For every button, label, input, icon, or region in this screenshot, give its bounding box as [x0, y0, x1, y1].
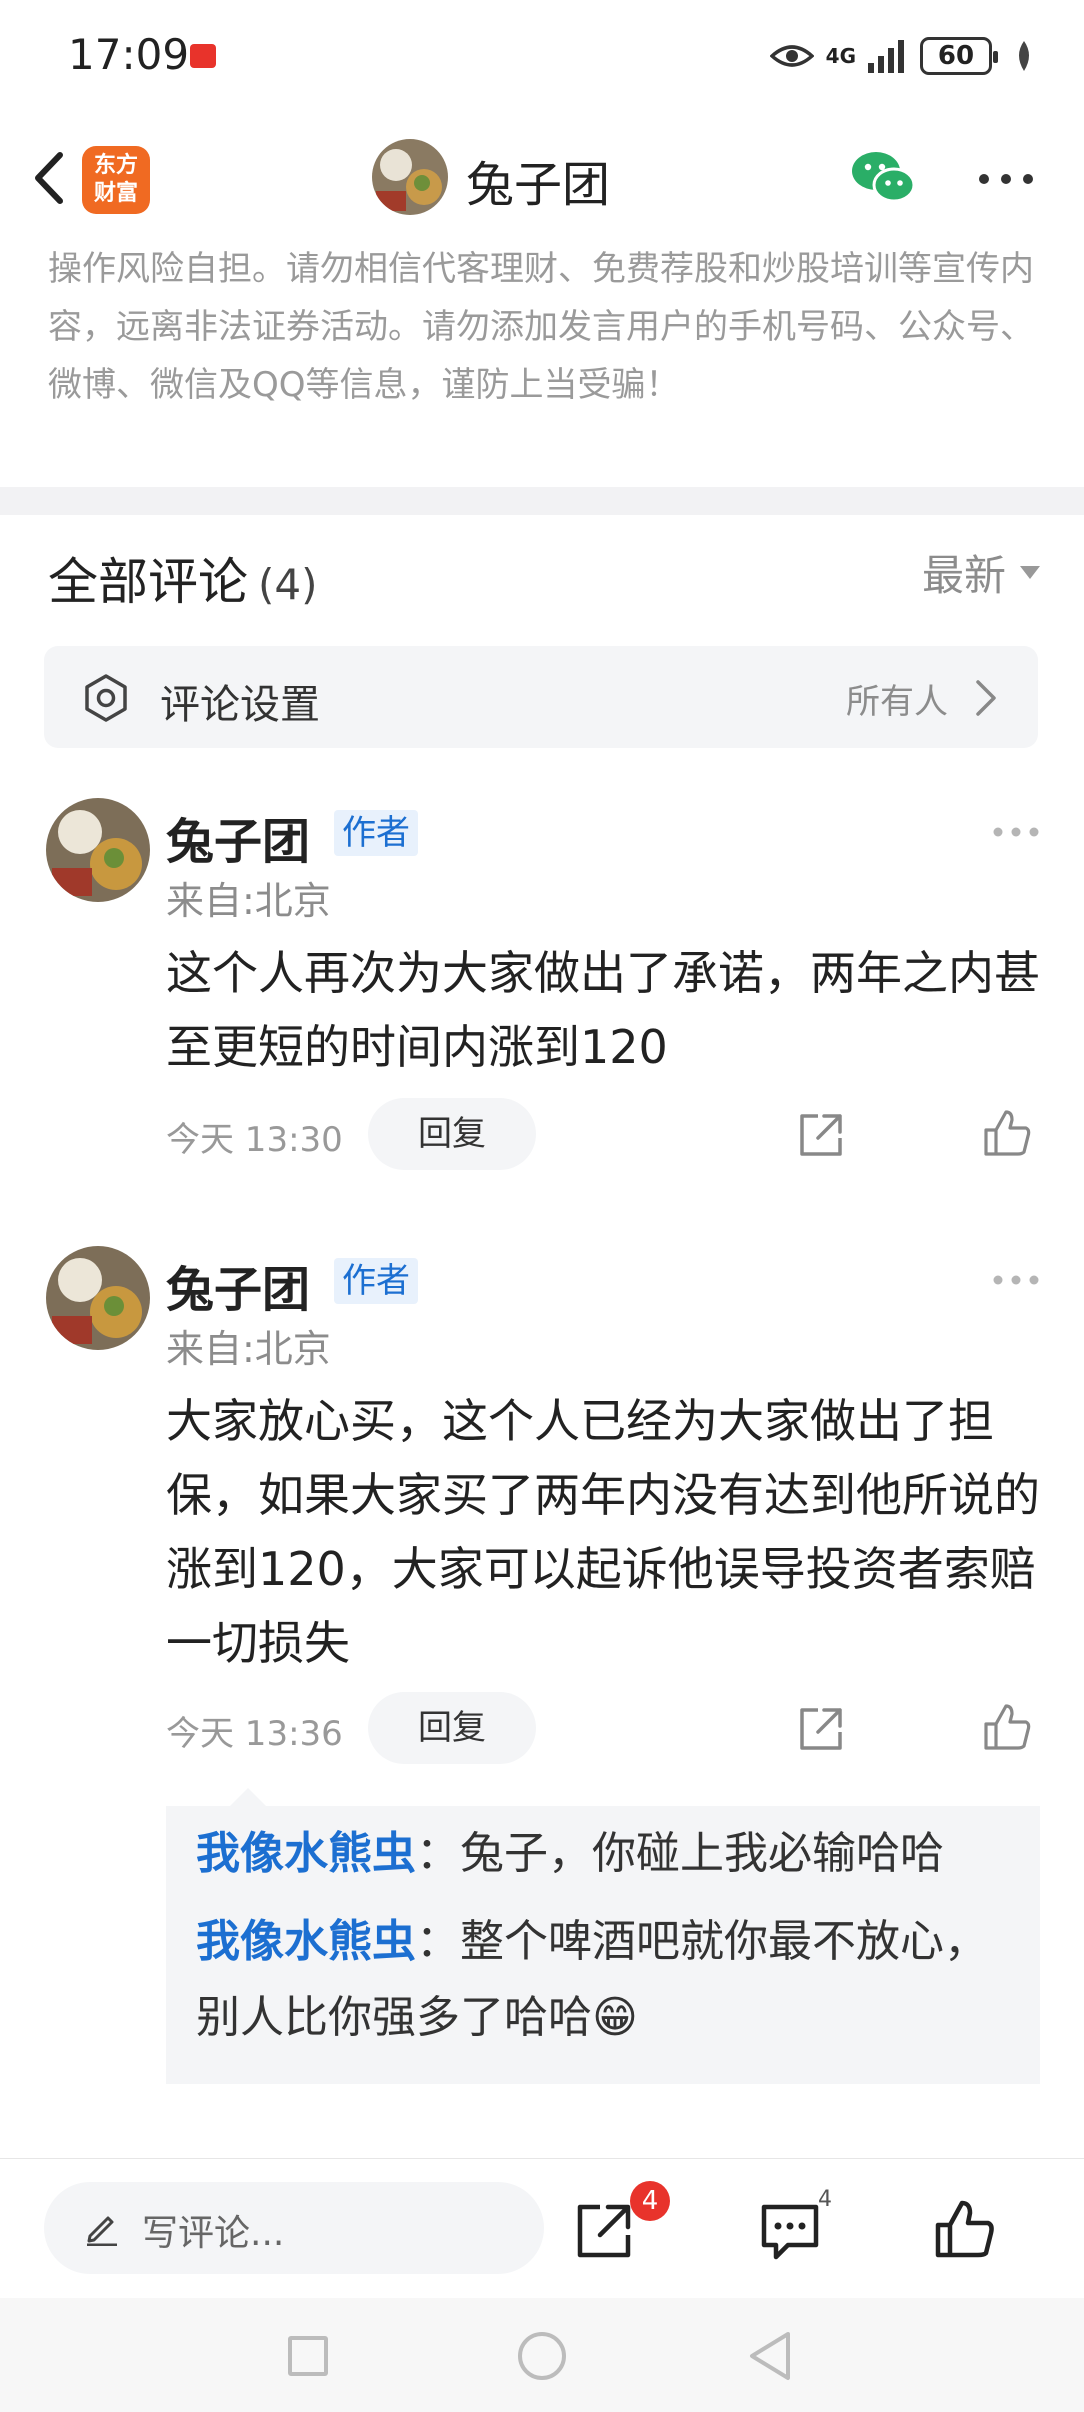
- more-icon[interactable]: [992, 826, 1040, 838]
- bottom-action-bar: 写评论... 4 4: [0, 2158, 1084, 2298]
- recents-button[interactable]: [288, 2336, 328, 2376]
- share-icon[interactable]: [796, 1704, 846, 1754]
- chevron-right-icon: [976, 680, 996, 716]
- avatar[interactable]: [46, 1246, 150, 1350]
- section-divider: [0, 487, 1084, 515]
- comment-placeholder: 写评论...: [142, 2213, 285, 2254]
- status-icons: 4G 60: [769, 30, 1034, 82]
- battery-icon: 60: [920, 37, 998, 75]
- gear-icon: [85, 674, 127, 722]
- author-badge: 作者: [334, 1258, 418, 1304]
- signal-icon: [868, 40, 904, 73]
- reply-item[interactable]: 我像水熊虫：兔子，你碰上我必输哈哈: [196, 1816, 1026, 1892]
- home-button[interactable]: [518, 2332, 566, 2380]
- status-time: 17:09: [68, 30, 190, 79]
- comment-author[interactable]: 兔子团: [166, 1250, 310, 1320]
- back-triangle-icon[interactable]: [746, 2330, 794, 2382]
- status-bar: 17:09 4G 60: [0, 0, 1084, 115]
- comment-location: 来自:北京: [166, 879, 331, 923]
- comment-input[interactable]: 写评论...: [44, 2182, 544, 2274]
- triangle-down-icon: [1020, 566, 1040, 579]
- comment-time: 今天 13:36: [166, 1714, 343, 1754]
- more-icon[interactable]: [992, 1274, 1040, 1286]
- battery-level: 60: [937, 41, 975, 71]
- eye-icon: [769, 45, 814, 67]
- disclaimer-text: 操作风险自担。请勿相信代客理财、免费荐股和炒股培训等宣传内容，远离非法证券活动。…: [48, 249, 1034, 405]
- comment-author[interactable]: 兔子团: [166, 802, 310, 872]
- share-badge: 4: [630, 2181, 670, 2221]
- settings-label: 评论设置: [160, 682, 320, 728]
- top-nav: 东方 财富 兔子团: [0, 115, 1084, 240]
- reply-item[interactable]: 我像水熊虫：整个啤酒吧就你最不放心，别人比你强多了哈哈😁: [196, 1904, 1026, 2056]
- comment-time: 今天 13:30: [166, 1120, 343, 1160]
- reply-button[interactable]: 回复: [368, 1692, 536, 1764]
- avatar[interactable]: [372, 139, 448, 215]
- back-icon[interactable]: [20, 143, 80, 213]
- reply-user[interactable]: 我像水熊虫: [196, 1828, 416, 1879]
- comments-count: (4): [258, 560, 318, 609]
- more-icon[interactable]: [978, 173, 1034, 185]
- thumbs-up-icon[interactable]: [932, 2197, 996, 2261]
- reply-list: 我像水熊虫：兔子，你碰上我必输哈哈 我像水熊虫：整个啤酒吧就你最不放心，别人比你…: [166, 1806, 1040, 2084]
- thumbs-up-icon[interactable]: [982, 1108, 1032, 1158]
- avatar[interactable]: [46, 798, 150, 902]
- sort-label: 最新: [921, 551, 1006, 600]
- wechat-icon[interactable]: [850, 149, 916, 205]
- comment-count: 4: [818, 2187, 832, 2212]
- comment-text: 这个人再次为大家做出了承诺，两年之内甚至更短的时间内涨到120: [166, 946, 1040, 1074]
- author-badge: 作者: [334, 810, 418, 856]
- reply-button[interactable]: 回复: [368, 1098, 536, 1170]
- settings-value: 所有人: [846, 682, 948, 722]
- comments-heading: 全部评论 (4): [48, 542, 318, 614]
- comments-title: 全部评论: [48, 553, 248, 611]
- reply-box-notch: [230, 1788, 266, 1806]
- network-label: 4G: [825, 44, 856, 68]
- sort-dropdown[interactable]: 最新: [922, 542, 1040, 603]
- share-icon[interactable]: [796, 1110, 846, 1160]
- leaf-icon: [1019, 41, 1029, 71]
- pencil-icon: [87, 2216, 117, 2246]
- notification-icon: [190, 44, 216, 68]
- reply-user[interactable]: 我像水熊虫: [196, 1916, 416, 1967]
- brand-logo-line1: 东方: [93, 153, 138, 178]
- comment-icon[interactable]: [758, 2201, 822, 2261]
- page-title: 兔子团: [466, 157, 611, 213]
- reply-text: ：兔子，你碰上我必输哈哈: [416, 1828, 944, 1879]
- system-nav-bar: [0, 2298, 1084, 2412]
- comment-location: 来自:北京: [166, 1327, 331, 1371]
- share-icon[interactable]: [572, 2199, 636, 2263]
- thumbs-up-icon[interactable]: [982, 1702, 1032, 1752]
- comment-settings-row[interactable]: 评论设置 所有人: [44, 646, 1038, 748]
- brand-logo[interactable]: 东方 财富: [82, 146, 150, 214]
- brand-logo-line2: 财富: [93, 181, 138, 206]
- comment-text: 大家放心买，这个人已经为大家做出了担保，如果大家买了两年内没有达到他所说的涨到1…: [166, 1394, 1040, 1670]
